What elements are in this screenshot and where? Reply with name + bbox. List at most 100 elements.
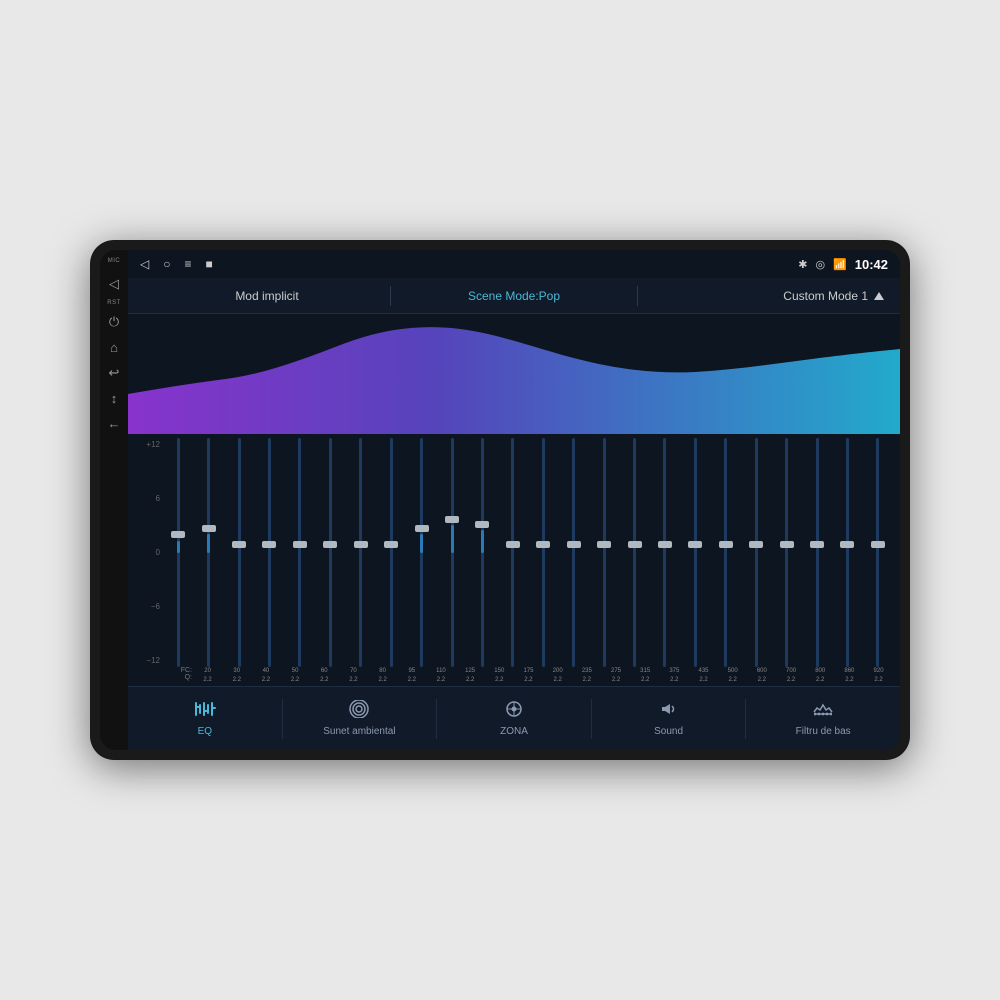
eq-visualization	[128, 314, 900, 434]
eq-track-435	[694, 438, 697, 667]
eq-wave-svg	[128, 314, 900, 434]
tab-eq-label: EQ	[198, 726, 212, 737]
tab-ambient[interactable]: Sunet ambiental	[283, 687, 437, 750]
db-neg12-label: −12	[136, 656, 164, 665]
eq-track-200	[542, 438, 545, 667]
eq-band-500	[712, 438, 740, 667]
eq-handle-275[interactable]	[597, 541, 611, 548]
tab-eq[interactable]: EQ	[128, 687, 282, 750]
eq-handle-20[interactable]	[171, 531, 185, 538]
mode-implicit[interactable]: Mod implicit	[144, 289, 390, 303]
power-button[interactable]: ⏻	[107, 312, 121, 332]
tab-sound[interactable]: Sound	[592, 687, 746, 750]
back-button[interactable]: ◁	[107, 274, 121, 294]
eq-band-125	[438, 438, 466, 667]
eq-handle-375[interactable]	[658, 541, 672, 548]
eq-handle-920[interactable]	[871, 541, 885, 548]
freq-col-700: 7002.2	[777, 667, 804, 684]
eq-handle-60[interactable]	[293, 541, 307, 548]
eq-track-175	[511, 438, 514, 667]
eq-handle-70[interactable]	[323, 541, 337, 548]
fc-label-375: 375	[669, 667, 679, 675]
eq-band-60	[286, 438, 314, 667]
eq-band-80	[347, 438, 375, 667]
eq-track-70	[329, 438, 332, 667]
eq-track-700	[785, 438, 788, 667]
freq-col-800: 8002.2	[807, 667, 834, 684]
eq-handle-500[interactable]	[719, 541, 733, 548]
left-button[interactable]: ←	[106, 414, 123, 433]
q-label-315: 2.2	[641, 676, 649, 684]
eq-band-800	[803, 438, 831, 667]
db-6-label: 6	[136, 494, 164, 503]
main-screen: ◁ ○ ≡ ■ ✱ ◎ 📶 10:42 Mod implicit Scene M…	[128, 250, 900, 750]
fc-label-600: 600	[757, 667, 767, 675]
eq-band-150	[468, 438, 496, 667]
eq-handle-110[interactable]	[415, 525, 429, 532]
fc-label-95: 95	[408, 667, 415, 675]
freq-col-70: 702.2	[340, 667, 367, 684]
db-scale: +12 6 0 −6 −12	[136, 438, 164, 667]
eq-handle-315[interactable]	[628, 541, 642, 548]
home-button[interactable]: ⌂	[108, 338, 120, 357]
eq-handle-95[interactable]	[384, 541, 398, 548]
fc-label-60: 60	[321, 667, 328, 675]
q-label-435: 2.2	[699, 676, 707, 684]
eq-handle-200[interactable]	[536, 541, 550, 548]
eq-fill-125	[451, 525, 454, 553]
recent-nav-button[interactable]: ■	[206, 257, 213, 271]
q-label-375: 2.2	[670, 676, 678, 684]
q-label-110: 2.2	[437, 676, 445, 684]
sliders-container: +12 6 0 −6 −12	[136, 438, 892, 667]
eq-handle-80[interactable]	[354, 541, 368, 548]
mode-scene[interactable]: Scene Mode:Pop	[391, 289, 637, 303]
eq-band-175	[499, 438, 527, 667]
eq-fill-110	[420, 534, 423, 552]
tab-ambient-label: Sunet ambiental	[323, 726, 395, 737]
tab-zona[interactable]: ZONA	[437, 687, 591, 750]
q-label-235: 2.2	[583, 676, 591, 684]
dropdown-arrow-icon	[874, 292, 884, 300]
eq-track-275	[603, 438, 606, 667]
freq-col-110: 1102.2	[427, 667, 454, 684]
eq-handle-435[interactable]	[688, 541, 702, 548]
eq-track-80	[359, 438, 362, 667]
freq-col-40: 402.2	[252, 667, 279, 684]
eq-handle-150[interactable]	[475, 521, 489, 528]
eq-handle-600[interactable]	[749, 541, 763, 548]
freq-col-60: 602.2	[311, 667, 338, 684]
eq-sliders-area: +12 6 0 −6 −12 FC: Q:	[128, 434, 900, 686]
eq-handle-125[interactable]	[445, 516, 459, 523]
tab-bass[interactable]: Filtru de bas	[746, 687, 900, 750]
eq-handle-50[interactable]	[262, 541, 276, 548]
home-nav-button[interactable]: ○	[163, 257, 170, 271]
fc-label-235: 235	[582, 667, 592, 675]
tab-sound-label: Sound	[654, 726, 683, 737]
menu-nav-button[interactable]: ≡	[184, 257, 191, 271]
q-header: Q:	[164, 674, 192, 681]
eq-handle-175[interactable]	[506, 541, 520, 548]
eq-band-920	[864, 438, 892, 667]
add-button[interactable]: ↕	[109, 389, 120, 408]
mode-custom[interactable]: Custom Mode 1	[638, 289, 884, 303]
eq-handle-40[interactable]	[232, 541, 246, 548]
q-label-175: 2.2	[524, 676, 532, 684]
fc-label-70: 70	[350, 667, 357, 675]
undo-button[interactable]: ↩	[107, 363, 122, 383]
eq-track-110	[420, 438, 423, 667]
fc-label-150: 150	[494, 667, 504, 675]
eq-fill-20	[177, 541, 180, 552]
eq-handle-800[interactable]	[810, 541, 824, 548]
eq-handle-860[interactable]	[840, 541, 854, 548]
eq-icon	[194, 700, 216, 723]
db-0-label: 0	[136, 548, 164, 557]
eq-handle-30[interactable]	[202, 525, 216, 532]
q-label-275: 2.2	[612, 676, 620, 684]
bluetooth-icon: ✱	[798, 258, 807, 271]
q-label-200: 2.2	[553, 676, 561, 684]
back-nav-button[interactable]: ◁	[140, 257, 149, 271]
clock: 10:42	[855, 257, 888, 272]
nav-buttons: ◁ ○ ≡ ■	[140, 257, 213, 271]
eq-handle-700[interactable]	[780, 541, 794, 548]
eq-handle-235[interactable]	[567, 541, 581, 548]
